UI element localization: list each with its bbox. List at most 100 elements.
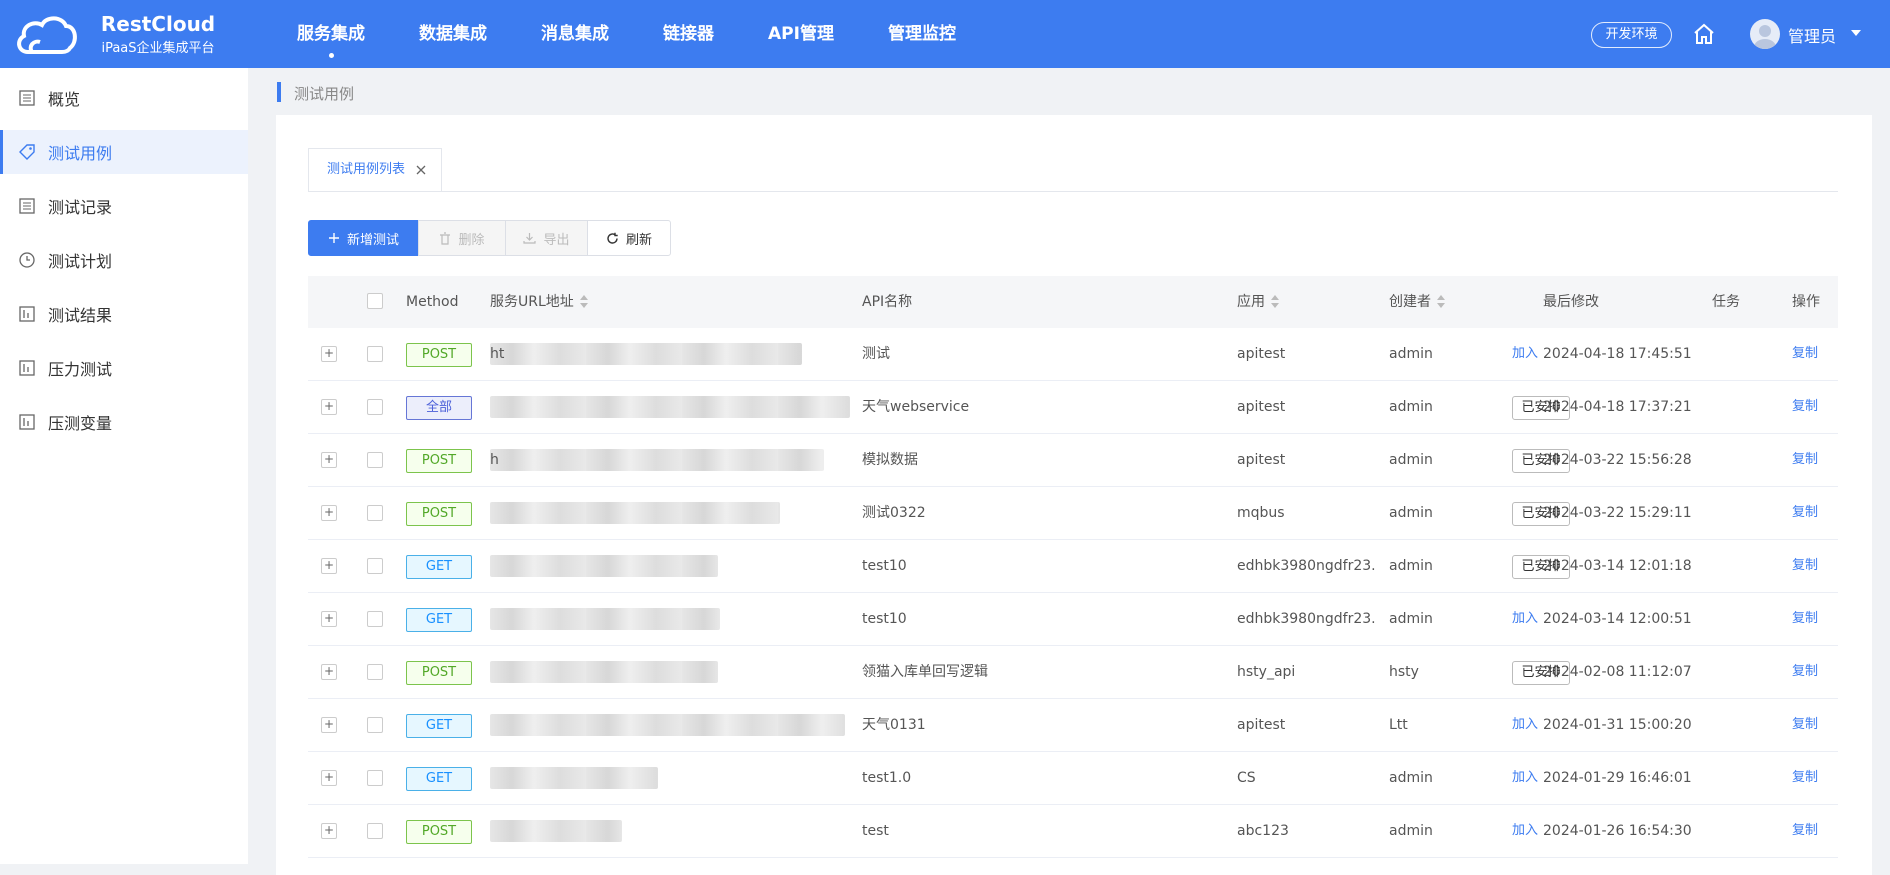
sidebar-item-stress-variables[interactable]: 压测变量: [0, 400, 248, 444]
copy-link[interactable]: 复制: [1792, 487, 1818, 539]
nav-api-management[interactable]: API管理: [741, 0, 861, 68]
sidebar-item-test-cases[interactable]: 测试用例: [0, 130, 248, 174]
table-row: + POST ht 测试 apitest admin 2024-04-18 17:45:51…: [308, 328, 1838, 381]
row-checkbox[interactable]: [367, 664, 383, 680]
app-cell: apitest: [1237, 717, 1286, 733]
add-to-plan-link[interactable]: 加入: [1512, 752, 1538, 804]
expand-row-icon[interactable]: +: [321, 611, 337, 627]
copy-link[interactable]: 复制: [1792, 805, 1818, 857]
expand-row-icon[interactable]: +: [321, 558, 337, 574]
sidebar-item-test-results[interactable]: 测试结果: [0, 292, 248, 336]
chevron-down-icon[interactable]: [1851, 30, 1861, 36]
nav-message-integration[interactable]: 消息集成: [514, 0, 636, 68]
plus-icon: [328, 233, 339, 243]
copy-link[interactable]: 复制: [1792, 593, 1818, 645]
nav-connectors[interactable]: 链接器: [636, 0, 741, 68]
redacted-url: [490, 396, 850, 418]
nav-service-integration[interactable]: 服务集成: [270, 0, 392, 68]
chart-icon: [19, 306, 35, 322]
add-to-plan-link[interactable]: 加入: [1512, 593, 1538, 645]
copy-link[interactable]: 复制: [1792, 540, 1818, 592]
app-cell: hsty_api: [1237, 664, 1296, 680]
tab-test-case-list[interactable]: 测试用例列表: [308, 148, 442, 192]
sidebar-item-label: 压力测试: [48, 360, 113, 379]
home-icon[interactable]: [1692, 22, 1716, 46]
expand-row-icon[interactable]: +: [321, 717, 337, 733]
scheduled-badge[interactable]: 已安排: [1512, 449, 1570, 473]
copy-link[interactable]: 复制: [1792, 646, 1818, 698]
row-checkbox[interactable]: [367, 611, 383, 627]
table-row: + GET test10 edhbk3980ngdfr23... admin 2024-0…: [308, 540, 1838, 593]
creator-cell: Ltt: [1389, 717, 1408, 733]
modified-cell: 2024-01-31 15:00:20: [1543, 717, 1692, 733]
expand-row-icon[interactable]: +: [321, 823, 337, 839]
header-creator[interactable]: 创建者: [1389, 276, 1445, 328]
copy-link[interactable]: 复制: [1792, 381, 1818, 433]
method-tag: POST: [406, 502, 472, 526]
close-icon[interactable]: [415, 164, 427, 176]
api-name-cell: 模拟数据: [862, 452, 918, 468]
row-checkbox[interactable]: [367, 346, 383, 362]
row-checkbox[interactable]: [367, 770, 383, 786]
sort-icon[interactable]: [1271, 295, 1279, 309]
add-to-plan-link[interactable]: 加入: [1512, 699, 1538, 751]
sidebar-item-test-records[interactable]: 测试记录: [0, 184, 248, 228]
creator-cell: admin: [1389, 558, 1433, 574]
top-nav: 服务集成 数据集成 消息集成 链接器 API管理 管理监控: [270, 0, 983, 68]
logo[interactable]: RestCloud iPaaS企业集成平台: [14, 12, 224, 60]
header-app[interactable]: 应用: [1237, 276, 1279, 328]
expand-row-icon[interactable]: +: [321, 399, 337, 415]
sort-icon[interactable]: [579, 295, 588, 309]
environment-badge[interactable]: 开发环境: [1591, 22, 1672, 48]
add-to-plan-link[interactable]: 加入: [1512, 805, 1538, 857]
content-panel: 测试用例列表 新增测试 删除 导出 刷新 Method 服务URL地址 API名…: [276, 115, 1872, 875]
nav-data-integration[interactable]: 数据集成: [392, 0, 514, 68]
add-test-button[interactable]: 新增测试: [308, 220, 419, 256]
copy-link[interactable]: 复制: [1792, 752, 1818, 804]
table-row: + 全部 天气webservice apitest admin 2024-04-18 17…: [308, 381, 1838, 434]
method-tag: GET: [406, 608, 472, 632]
expand-row-icon[interactable]: +: [321, 452, 337, 468]
refresh-button[interactable]: 刷新: [587, 220, 671, 256]
row-checkbox[interactable]: [367, 558, 383, 574]
scheduled-badge[interactable]: 已安排: [1512, 396, 1570, 420]
scheduled-badge[interactable]: 已安排: [1512, 502, 1570, 526]
method-tag: GET: [406, 714, 472, 738]
row-checkbox[interactable]: [367, 505, 383, 521]
expand-row-icon[interactable]: +: [321, 664, 337, 680]
scheduled-badge[interactable]: 已安排: [1512, 661, 1570, 685]
add-to-plan-link[interactable]: 加入: [1512, 328, 1538, 380]
redacted-url: [490, 608, 720, 630]
row-checkbox[interactable]: [367, 823, 383, 839]
app-cell: apitest: [1237, 346, 1286, 362]
sidebar: 概览 测试用例 测试记录 测试计划 测试结果 压力测试 压测变量: [0, 68, 248, 864]
sidebar-item-label: 压测变量: [48, 414, 113, 433]
redacted-url: [490, 502, 780, 524]
expand-row-icon[interactable]: +: [321, 346, 337, 362]
row-checkbox[interactable]: [367, 399, 383, 415]
refresh-icon: [607, 232, 618, 244]
sidebar-item-stress-test[interactable]: 压力测试: [0, 346, 248, 390]
row-checkbox[interactable]: [367, 452, 383, 468]
avatar[interactable]: [1750, 19, 1780, 49]
copy-link[interactable]: 复制: [1792, 434, 1818, 486]
sidebar-item-overview[interactable]: 概览: [0, 76, 248, 120]
logo-subtitle: iPaaS企业集成平台: [101, 41, 215, 56]
expand-row-icon[interactable]: +: [321, 770, 337, 786]
nav-monitoring[interactable]: 管理监控: [861, 0, 983, 68]
copy-link[interactable]: 复制: [1792, 328, 1818, 380]
sort-icon[interactable]: [1437, 295, 1445, 309]
export-button[interactable]: 导出: [505, 220, 588, 256]
method-tag: 全部: [406, 396, 472, 420]
top-header: RestCloud iPaaS企业集成平台 服务集成 数据集成 消息集成 链接器…: [0, 0, 1890, 68]
tab-divider: [308, 191, 1838, 192]
row-checkbox[interactable]: [367, 717, 383, 733]
scheduled-badge[interactable]: 已安排: [1512, 555, 1570, 579]
header-url[interactable]: 服务URL地址: [490, 276, 588, 328]
delete-button[interactable]: 删除: [418, 220, 506, 256]
select-all-checkbox[interactable]: [367, 293, 383, 309]
user-name[interactable]: 管理员: [1788, 23, 1836, 47]
sidebar-item-test-plan[interactable]: 测试计划: [0, 238, 248, 282]
copy-link[interactable]: 复制: [1792, 699, 1818, 751]
expand-row-icon[interactable]: +: [321, 505, 337, 521]
